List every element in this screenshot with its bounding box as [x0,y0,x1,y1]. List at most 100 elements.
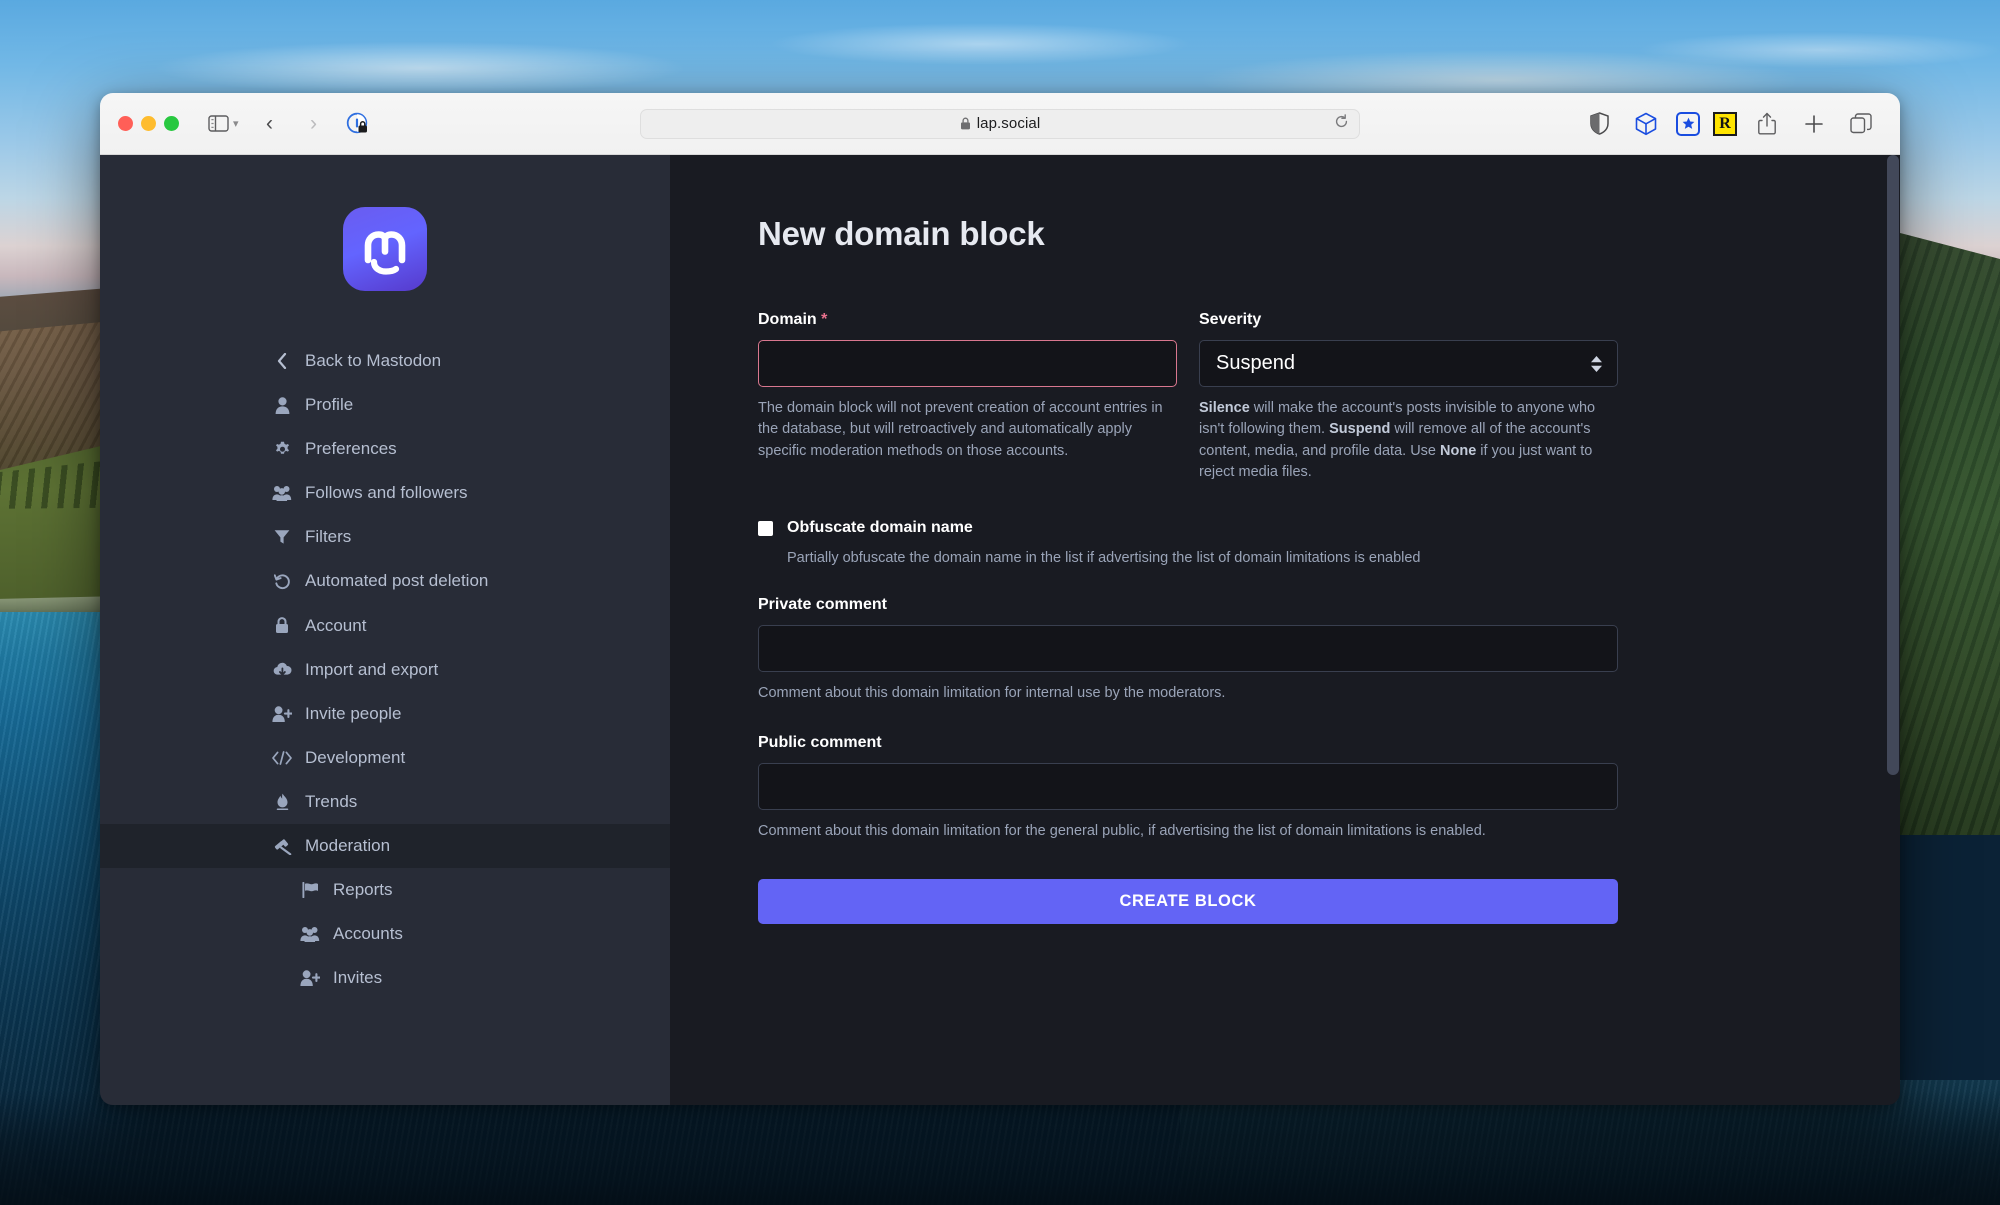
chevron-left-icon [272,353,292,370]
private-comment-field-group: Private comment Comment about this domai… [758,596,1618,704]
sidebar-item-label: Profile [305,395,354,415]
obfuscate-label: Obfuscate domain name [787,518,973,536]
address-bar[interactable]: lap.social [640,108,1360,139]
domain-hint: The domain block will not prevent creati… [758,400,1163,459]
toolbar-right-group: R [1582,109,1882,139]
minimize-window-button[interactable] [141,116,156,131]
sidebar-item-invite-people[interactable]: Invite people [100,692,670,736]
share-icon[interactable] [1750,109,1784,139]
sidebar-item-label: Reports [333,880,393,900]
plus-icon[interactable] [1797,109,1831,139]
sidebar-item-automated-post-deletion[interactable]: Automated post deletion [100,559,670,603]
severity-hint-part-2: Suspend [1329,421,1391,438]
domain-label: Domain * [758,311,1177,329]
private-comment-input[interactable] [758,625,1618,672]
new-domain-block-form: Domain * The domain block will not preve… [758,311,1618,924]
sidebar-item-account[interactable]: Account [100,604,670,648]
privacy-lock-icon[interactable] [341,109,375,139]
fire-icon [272,793,292,811]
severity-field-group: Severity Suspend Silence will make the a… [1199,311,1618,484]
gear-icon [272,441,292,458]
back-button[interactable]: ‹ [253,109,287,139]
severity-hint-part-4: None [1440,442,1477,459]
forward-button[interactable]: › [297,109,331,139]
public-comment-hint: Comment about this domain limitation for… [758,823,1486,840]
browser-toolbar: ▾ ‹ › lap.social R [100,93,1900,155]
lock-icon [272,617,292,634]
window-traffic-lights [118,116,179,131]
url-text: lap.social [976,115,1041,132]
sidebar-item-trends[interactable]: Trends [100,780,670,824]
create-block-button[interactable]: CREATE BLOCK [758,878,1618,924]
domain-label-text: Domain [758,311,817,328]
tabs-icon[interactable] [1844,109,1878,139]
sidebar-item-invites[interactable]: Invites [100,956,670,1000]
user-plus-icon [300,970,320,987]
sidebar-item-moderation[interactable]: Moderation [100,824,670,869]
sidebar-item-label: Preferences [305,439,397,459]
sidebar-item-label: Filters [305,527,352,547]
severity-selected-value: Suspend [1216,352,1295,374]
sidebar-item-label: Import and export [305,659,439,679]
user-plus-icon [272,706,292,722]
close-window-button[interactable] [118,116,133,131]
sidebar-item-label: Accounts [333,924,403,944]
domain-input[interactable] [758,340,1177,387]
obfuscate-hint: Partially obfuscate the domain name in t… [787,550,1421,566]
select-stepper-icon[interactable] [1590,354,1603,374]
r-extension-icon[interactable]: R [1713,111,1737,136]
desktop-background: ▾ ‹ › lap.social R Back to Mastodon Prof… [0,0,2000,1205]
severity-select-wrapper: Suspend [1199,340,1618,387]
sidebar-item-label: Moderation [305,836,391,856]
sidebar-item-preferences[interactable]: Preferences [100,427,670,471]
sidebar-item-accounts[interactable]: Accounts [100,912,670,956]
sidebar-item-reports[interactable]: Reports [100,868,670,912]
chevron-down-icon[interactable]: ▾ [233,117,239,130]
sidebar-icon[interactable] [201,109,235,139]
obfuscate-field-group[interactable]: Obfuscate domain name Partially obfuscat… [758,518,1618,566]
settings-sidebar: Back to Mastodon Profile Preferences Fol… [100,155,670,1105]
filter-icon [272,529,292,545]
severity-label: Severity [1199,311,1262,328]
sidebar-item-label: Back to Mastodon [305,351,442,370]
domain-severity-row: Domain * The domain block will not preve… [758,311,1618,484]
user-icon [272,396,292,414]
lock-icon [960,117,971,130]
cube-icon[interactable] [1629,109,1663,139]
reload-icon[interactable] [1334,113,1349,134]
bookmark-star-icon[interactable] [1676,111,1700,136]
sidebar-item-filters[interactable]: Filters [100,515,670,559]
sidebar-item-back-to-mastodon[interactable]: Back to Mastodon [100,339,670,383]
required-marker: * [821,311,828,328]
private-comment-hint: Comment about this domain limitation for… [758,685,1226,701]
page-scrollbar-thumb[interactable] [1887,155,1899,775]
severity-hint: Silence will make the account's posts in… [1199,398,1618,484]
shield-icon[interactable] [1582,109,1616,139]
private-comment-label: Private comment [758,596,887,613]
severity-hint-part-0: Silence [1199,400,1250,416]
cloud-download-icon [272,662,292,677]
public-comment-field-group: Public comment Comment about this domain… [758,734,1618,842]
severity-select[interactable]: Suspend [1199,340,1618,387]
obfuscate-checkbox[interactable] [758,520,773,536]
sidebar-item-label: Follows and followers [305,483,468,503]
zoom-window-button[interactable] [164,116,179,131]
page-title: New domain block [758,215,1045,252]
sidebar-item-label: Invite people [305,703,402,723]
public-comment-label: Public comment [758,734,882,752]
mastodon-logo[interactable] [343,207,427,291]
sidebar-item-development[interactable]: Development [100,736,670,780]
sidebar-nav: Back to Mastodon Profile Preferences Fol… [100,339,670,1000]
sidebar-item-import-and-export[interactable]: Import and export [100,648,670,692]
sidebar-item-profile[interactable]: Profile [100,383,670,427]
users-icon [272,485,292,502]
page-scrollbar-track[interactable] [1886,155,1900,1105]
sidebar-item-follows-and-followers[interactable]: Follows and followers [100,471,670,515]
mastodon-logo-container [100,165,670,339]
sidebar-item-label: Development [305,747,406,767]
main-panel: New domain block Domain * The domain blo… [670,155,1900,1105]
sidebar-item-label: Account [305,615,367,635]
gavel-icon [272,838,292,855]
users-icon [300,926,320,943]
public-comment-input[interactable] [758,763,1618,811]
